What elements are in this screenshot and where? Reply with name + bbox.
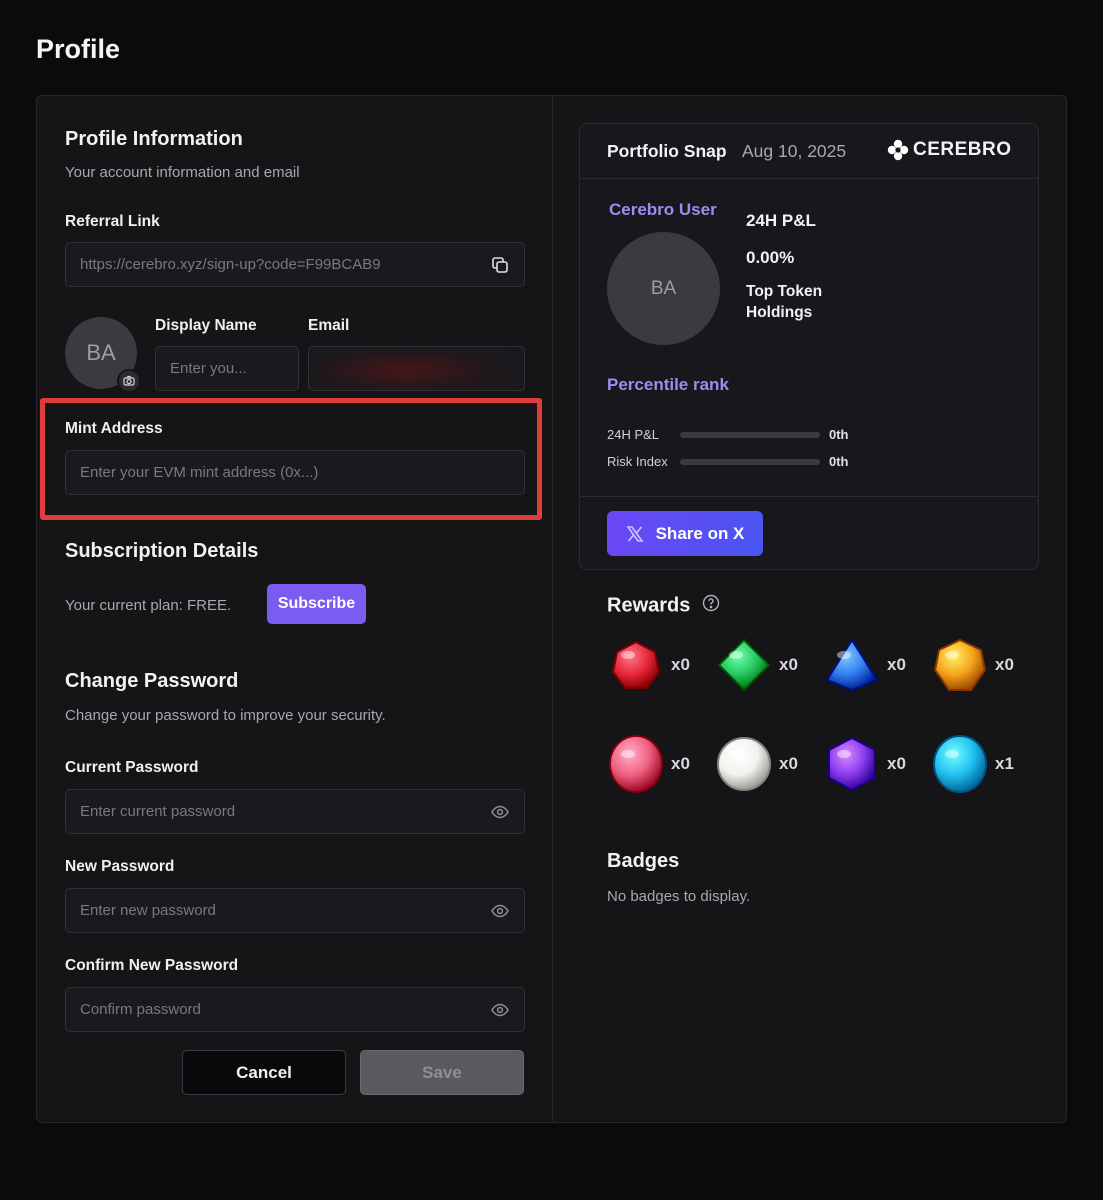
reward-aquamarine[interactable]: x1 — [931, 729, 1031, 799]
email-redaction — [309, 347, 524, 390]
referral-link-value: https://cerebro.xyz/sign-up?code=F99BCAB… — [80, 256, 381, 273]
reward-topaz[interactable]: x0 — [931, 630, 1031, 700]
eye-icon[interactable] — [490, 1000, 510, 1020]
badges-heading: Badges — [607, 850, 680, 872]
subscription-heading: Subscription Details — [65, 540, 259, 562]
reward-ruby[interactable]: x0 — [607, 630, 707, 700]
display-name-label: Display Name — [155, 317, 257, 334]
reward-count: x1 — [995, 754, 1014, 773]
avatar[interactable]: BA — [65, 317, 141, 393]
reward-pearl[interactable]: x0 — [715, 729, 815, 799]
referral-link-field[interactable]: https://cerebro.xyz/sign-up?code=F99BCAB… — [65, 242, 525, 287]
page-title: Profile — [36, 34, 121, 64]
rank-bar-pnl — [680, 432, 820, 438]
new-password-placeholder: Enter new password — [80, 902, 216, 919]
reward-count: x0 — [887, 754, 906, 773]
rank-bar-risk — [680, 459, 820, 465]
ruby-gem-icon — [611, 640, 661, 689]
rank-label-risk: Risk Index — [607, 454, 668, 469]
email-label: Email — [308, 317, 350, 334]
rewards-heading: Rewards — [607, 594, 720, 618]
top-token-label: Top Token Holdings — [746, 283, 823, 321]
share-on-x-button[interactable]: Share on X — [607, 511, 763, 556]
snap-title: Portfolio Snap — [607, 141, 727, 161]
reward-amethyst[interactable]: x0 — [823, 729, 923, 799]
confirm-password-placeholder: Confirm password — [80, 1001, 201, 1018]
eye-icon[interactable] — [490, 802, 510, 822]
subscribe-button[interactable]: Subscribe — [267, 584, 366, 624]
cerebro-logo: CEREBRO — [887, 139, 1012, 161]
snap-date: Aug 10, 2025 — [742, 141, 847, 161]
mint-address-highlight — [40, 398, 542, 520]
email-field[interactable] — [308, 346, 525, 391]
percentile-heading: Percentile rank — [607, 375, 729, 394]
current-password-input[interactable]: Enter current password — [65, 789, 525, 834]
portfolio-snap-card: Portfolio Snap Aug 10, 2025 CEREBRO Cere… — [579, 123, 1039, 570]
change-password-subheading: Change your password to improve your sec… — [65, 707, 386, 724]
snap-pnl-value: 0.00% — [746, 248, 795, 267]
profile-info-heading: Profile Information — [65, 128, 243, 150]
display-name-input[interactable]: Enter you... — [155, 346, 299, 391]
copy-icon[interactable] — [490, 255, 510, 275]
confirm-password-input[interactable]: Confirm password — [65, 987, 525, 1032]
reward-count: x0 — [779, 655, 798, 674]
reward-rose[interactable]: x0 — [607, 729, 707, 799]
reward-count: x0 — [671, 655, 690, 674]
new-password-label: New Password — [65, 858, 175, 875]
reward-sapphire[interactable]: x0 — [823, 630, 923, 700]
current-password-placeholder: Enter current password — [80, 803, 236, 820]
reward-emerald[interactable]: x0 — [715, 630, 815, 700]
reward-count: x0 — [995, 655, 1014, 674]
reward-count: x0 — [779, 754, 798, 773]
confirm-password-label: Confirm New Password — [65, 957, 239, 974]
pearl-gem-icon — [717, 737, 771, 791]
eye-icon[interactable] — [490, 901, 510, 921]
snap-avatar: BA — [607, 232, 720, 345]
snap-avatar-initials: BA — [650, 277, 677, 299]
snap-pnl-label: 24H P&L — [746, 211, 816, 230]
save-button[interactable]: Save — [360, 1050, 524, 1095]
cancel-button[interactable]: Cancel — [182, 1050, 346, 1095]
brand-name: CEREBRO — [913, 139, 1012, 160]
rank-label-pnl: 24H P&L — [607, 427, 660, 442]
snap-header: Portfolio Snap Aug 10, 2025 CEREBRO — [580, 124, 1038, 179]
snap-divider — [580, 496, 1038, 497]
column-divider — [552, 96, 553, 1122]
change-password-heading: Change Password — [65, 670, 239, 692]
emerald-gem-icon — [717, 638, 771, 692]
sapphire-gem-icon — [825, 638, 879, 692]
x-logo-icon — [626, 525, 644, 542]
current-plan-text: Your current plan: FREE. — [65, 597, 232, 614]
rank-value-risk: 0th — [829, 454, 849, 469]
topaz-gem-icon — [933, 638, 987, 691]
reward-count: x0 — [671, 754, 690, 773]
current-password-label: Current Password — [65, 759, 199, 776]
referral-link-label: Referral Link — [65, 213, 160, 230]
camera-icon[interactable] — [117, 369, 141, 393]
aquamarine-gem-icon — [933, 735, 987, 793]
new-password-input[interactable]: Enter new password — [65, 888, 525, 933]
display-name-placeholder: Enter you... — [170, 360, 247, 377]
profile-info-subheading: Your account information and email — [65, 164, 300, 181]
help-icon[interactable] — [702, 594, 720, 618]
reward-count: x0 — [887, 655, 906, 674]
rose-gem-icon — [609, 735, 663, 793]
badges-empty-text: No badges to display. — [607, 888, 751, 905]
rewards-title: Rewards — [607, 594, 691, 617]
amethyst-gem-icon — [828, 736, 876, 792]
avatar-initials: BA — [86, 340, 116, 365]
rank-value-pnl: 0th — [829, 427, 849, 442]
snap-user-name: Cerebro User — [609, 200, 717, 219]
share-label: Share on X — [655, 523, 745, 543]
cerebro-logo-icon — [887, 139, 909, 161]
